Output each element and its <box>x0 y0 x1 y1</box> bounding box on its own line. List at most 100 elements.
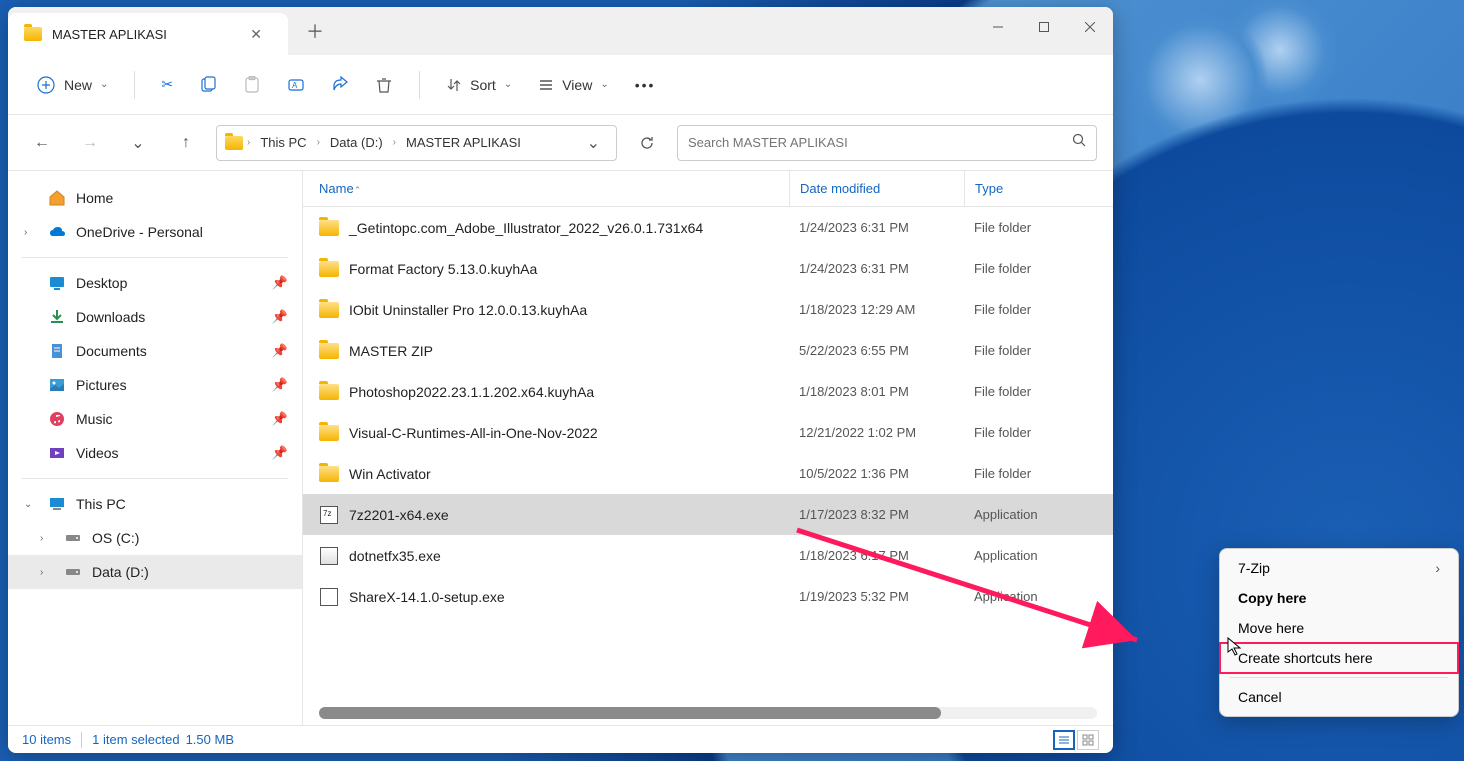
file-row[interactable]: Visual-C-Runtimes-All-in-One-Nov-202212/… <box>303 412 1113 453</box>
view-button[interactable]: View ⌄ <box>528 71 618 99</box>
cell-type: File folder <box>964 343 1113 358</box>
breadcrumb[interactable]: › This PC › Data (D:) › MASTER APLIKASI … <box>216 125 617 161</box>
maximize-button[interactable] <box>1021 7 1067 47</box>
file-row[interactable]: Format Factory 5.13.0.kuyhAa1/24/2023 6:… <box>303 248 1113 289</box>
body: Home › OneDrive - Personal Desktop📌 Down… <box>8 171 1113 725</box>
divider <box>22 257 288 258</box>
breadcrumb-item[interactable]: Data (D:) <box>324 131 389 154</box>
sidebar-item-thispc[interactable]: ⌄This PC <box>8 487 302 521</box>
scrollbar-thumb[interactable] <box>319 707 941 719</box>
drive-icon <box>64 563 82 581</box>
column-date[interactable]: Date modified <box>789 171 964 206</box>
file-name: dotnetfx35.exe <box>349 548 441 564</box>
more-button[interactable]: ••• <box>625 71 666 99</box>
breadcrumb-dropdown[interactable]: ⌄ <box>579 133 608 153</box>
search-input[interactable] <box>688 135 1072 150</box>
chevron-right-icon: › <box>1435 560 1440 576</box>
copy-button[interactable] <box>189 70 227 100</box>
folder-icon <box>319 261 339 277</box>
rename-button[interactable]: A <box>277 70 315 100</box>
sidebar-item-documents[interactable]: Documents📌 <box>8 334 302 368</box>
cell-type: File folder <box>964 261 1113 276</box>
recent-dropdown[interactable]: ⌄ <box>120 125 156 161</box>
expand-icon[interactable]: › <box>24 227 27 238</box>
file-row[interactable]: _Getintopc.com_Adobe_Illustrator_2022_v2… <box>303 207 1113 248</box>
expand-icon[interactable]: ⌄ <box>24 499 32 510</box>
sort-button[interactable]: Sort ⌄ <box>436 71 522 99</box>
sidebar-item-pictures[interactable]: Pictures📌 <box>8 368 302 402</box>
sidebar-item-videos[interactable]: Videos📌 <box>8 436 302 470</box>
file-row[interactable]: ShareX-14.1.0-setup.exe1/19/2023 5:32 PM… <box>303 576 1113 617</box>
horizontal-scrollbar[interactable] <box>319 707 1097 719</box>
sidebar-item-desktop[interactable]: Desktop📌 <box>8 266 302 300</box>
cell-date: 1/24/2023 6:31 PM <box>789 220 964 235</box>
cell-name: Win Activator <box>319 464 789 484</box>
cell-name: ShareX-14.1.0-setup.exe <box>319 587 789 607</box>
thumbnails-view-button[interactable] <box>1077 730 1099 750</box>
window-tab[interactable]: MASTER APLIKASI ✕ <box>8 13 288 55</box>
column-type[interactable]: Type <box>964 171 1113 206</box>
context-menu-copy-here[interactable]: Copy here <box>1220 583 1458 613</box>
cell-name: dotnetfx35.exe <box>319 546 789 566</box>
close-button[interactable] <box>1067 7 1113 47</box>
file-row[interactable]: Win Activator10/5/2022 1:36 PMFile folde… <box>303 453 1113 494</box>
new-tab-button[interactable]: ＋ <box>288 7 342 55</box>
cell-name: Photoshop2022.23.1.1.202.x64.kuyhAa <box>319 382 789 402</box>
breadcrumb-item[interactable]: MASTER APLIKASI <box>400 131 527 154</box>
sidebar-item-downloads[interactable]: Downloads📌 <box>8 300 302 334</box>
refresh-button[interactable] <box>629 125 665 161</box>
up-button[interactable]: ↑ <box>168 125 204 161</box>
cell-date: 1/18/2023 8:01 PM <box>789 384 964 399</box>
file-row[interactable]: Photoshop2022.23.1.1.202.x64.kuyhAa1/18/… <box>303 371 1113 412</box>
share-icon <box>331 76 349 94</box>
column-name[interactable]: Name⌃ <box>319 181 789 196</box>
sidebar-label: Data (D:) <box>92 564 149 580</box>
delete-button[interactable] <box>365 70 403 100</box>
file-list[interactable]: _Getintopc.com_Adobe_Illustrator_2022_v2… <box>303 207 1113 707</box>
sidebar-label: Videos <box>76 445 119 461</box>
pin-icon: 📌 <box>272 309 288 325</box>
music-icon <box>48 410 66 428</box>
context-menu-cancel[interactable]: Cancel <box>1220 682 1458 712</box>
cut-button[interactable]: ✂ <box>151 70 183 99</box>
file-row[interactable]: 7z2201-x64.exe1/17/2023 8:32 PMApplicati… <box>303 494 1113 535</box>
file-name: IObit Uninstaller Pro 12.0.0.13.kuyhAa <box>349 302 587 318</box>
folder-icon <box>319 343 339 359</box>
video-icon <box>48 444 66 462</box>
sidebar-item-drive-d[interactable]: › Data (D:) <box>8 555 302 589</box>
share-button[interactable] <box>321 70 359 100</box>
expand-icon[interactable]: › <box>40 567 43 578</box>
sidebar-item-music[interactable]: Music📌 <box>8 402 302 436</box>
picture-icon <box>48 376 66 394</box>
details-view-button[interactable] <box>1053 730 1075 750</box>
sidebar-item-onedrive[interactable]: › OneDrive - Personal <box>8 215 302 249</box>
cell-name: IObit Uninstaller Pro 12.0.0.13.kuyhAa <box>319 300 789 320</box>
new-button[interactable]: New ⌄ <box>26 69 118 101</box>
file-row[interactable]: MASTER ZIP5/22/2023 6:55 PMFile folder <box>303 330 1113 371</box>
folder-icon <box>319 425 339 441</box>
back-button[interactable]: ← <box>24 125 60 161</box>
breadcrumb-item[interactable]: This PC <box>254 131 312 154</box>
minimize-button[interactable] <box>975 7 1021 47</box>
paste-button[interactable] <box>233 70 271 100</box>
plus-circle-icon <box>36 75 56 95</box>
close-tab-button[interactable]: ✕ <box>242 22 270 47</box>
forward-button[interactable]: → <box>72 125 108 161</box>
status-bar: 10 items 1 item selected 1.50 MB <box>8 725 1113 753</box>
context-menu-create-shortcuts[interactable]: Create shortcuts here <box>1220 643 1458 673</box>
file-row[interactable]: dotnetfx35.exe1/18/2023 6:17 PMApplicati… <box>303 535 1113 576</box>
sidebar-item-home[interactable]: Home <box>8 181 302 215</box>
folder-icon <box>225 136 243 150</box>
context-menu-move-here[interactable]: Move here <box>1220 613 1458 643</box>
file-row[interactable]: IObit Uninstaller Pro 12.0.0.13.kuyhAa1/… <box>303 289 1113 330</box>
title-bar: MASTER APLIKASI ✕ ＋ <box>8 7 1113 55</box>
cell-date: 10/5/2022 1:36 PM <box>789 466 964 481</box>
sidebar-item-drive-c[interactable]: ›OS (C:) <box>8 521 302 555</box>
window-controls <box>975 7 1113 55</box>
context-menu-7zip[interactable]: 7-Zip› <box>1220 553 1458 583</box>
expand-icon[interactable]: › <box>40 533 43 544</box>
cell-date: 12/21/2022 1:02 PM <box>789 425 964 440</box>
cell-name: _Getintopc.com_Adobe_Illustrator_2022_v2… <box>319 218 789 238</box>
folder-icon <box>319 220 339 236</box>
search-box[interactable] <box>677 125 1097 161</box>
